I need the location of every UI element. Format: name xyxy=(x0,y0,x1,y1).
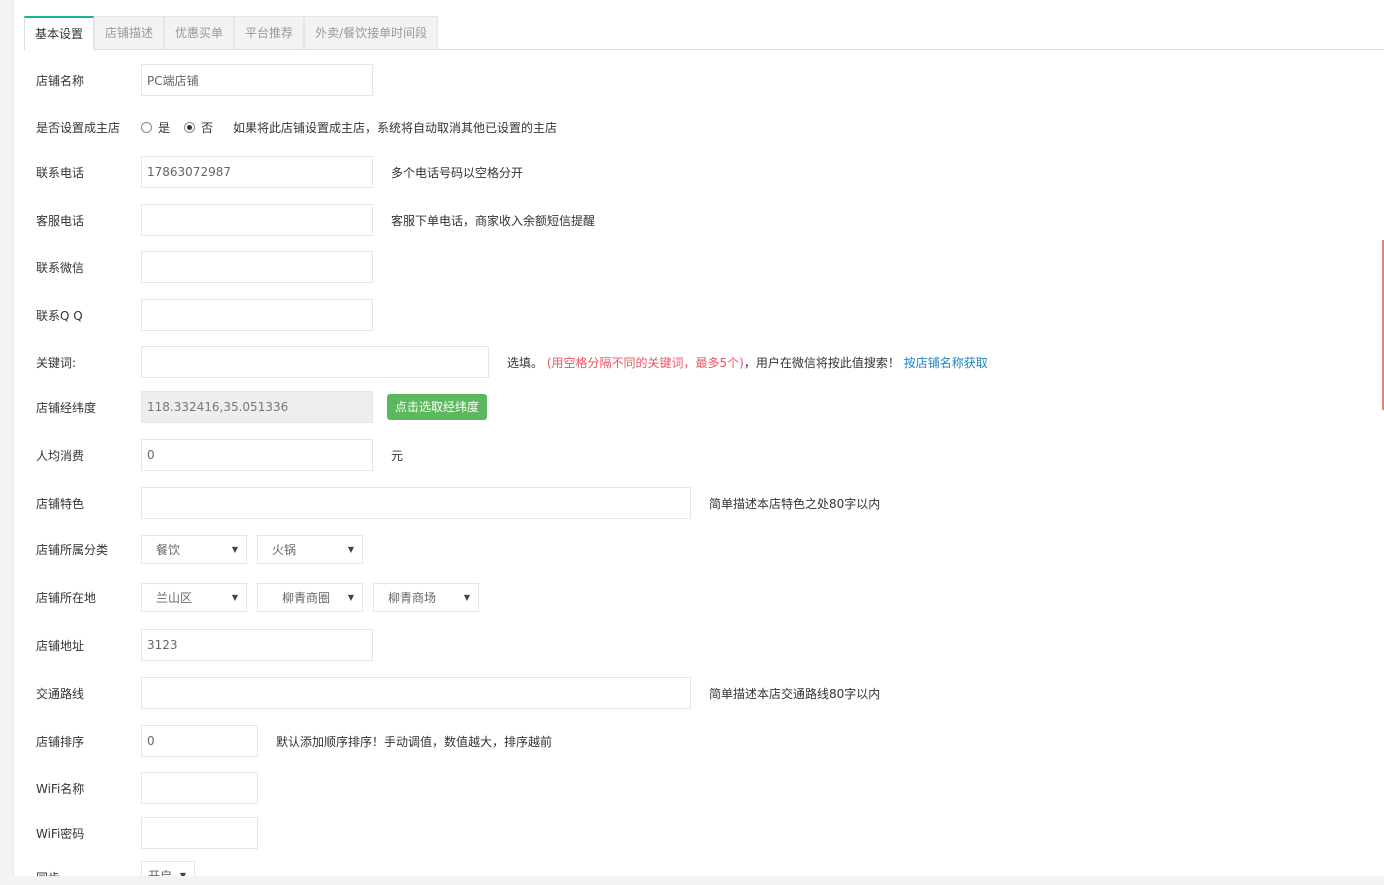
keywords-help: 选填。 (用空格分隔不同的关键词，最多5个)，用户在微信将按此值搜索！ 按店铺名… xyxy=(507,354,988,371)
market-value: 柳青商场 xyxy=(388,590,437,605)
wifi-password-input[interactable] xyxy=(141,817,258,849)
radio-yes-label: 是 xyxy=(158,120,171,135)
row-sort: 店铺排序 默认添加顺序排序！手动调值，数值越大，排序越前 xyxy=(36,725,552,757)
feature-help: 简单描述本店特色之处80字以内 xyxy=(709,496,881,511)
address-label: 店铺地址 xyxy=(36,638,85,653)
phone-input[interactable] xyxy=(141,156,373,188)
sort-label: 店铺排序 xyxy=(36,734,85,749)
main-store-label: 是否设置成主店 xyxy=(36,120,121,135)
main-store-help: 如果将此店铺设置成主店，系统将自动取消其他已设置的主店 xyxy=(233,120,558,135)
category-secondary-select[interactable]: 火锅 ▼ xyxy=(257,534,363,564)
chevron-down-icon: ▼ xyxy=(231,592,238,602)
row-category: 店铺所属分类 餐饮 ▼ 火锅 ▼ xyxy=(36,533,373,565)
partial-label: 同步 xyxy=(36,861,141,876)
wechat-input[interactable] xyxy=(141,251,373,283)
wifi-name-label: WiFi名称 xyxy=(36,781,85,796)
keywords-help-suffix: ，用户在微信将按此值搜索！ xyxy=(743,355,900,370)
service-phone-input[interactable] xyxy=(141,204,373,236)
sort-input[interactable] xyxy=(141,725,258,757)
traffic-input[interactable] xyxy=(141,677,691,709)
service-phone-label: 客服电话 xyxy=(36,213,85,228)
main-store-no-radio[interactable]: 否 xyxy=(184,119,213,136)
qq-label: 联系Q Q xyxy=(36,308,83,323)
avg-cost-unit: 元 xyxy=(391,448,404,463)
keywords-help-red: (用空格分隔不同的关键词，最多5个) xyxy=(546,355,744,370)
partial-value: 开启 xyxy=(148,869,173,876)
row-shop-name: 店铺名称 xyxy=(36,64,373,96)
radio-icon xyxy=(141,121,152,133)
row-traffic: 交通路线 简单描述本店交通路线80字以内 xyxy=(36,677,880,709)
radio-checked-icon xyxy=(184,121,196,133)
partial-select[interactable]: 开启 ▼ xyxy=(141,861,195,876)
keywords-label: 关键词: xyxy=(36,355,77,370)
row-main-store: 是否设置成主店 是 否 如果将此店铺设置成主店，系统将自动取消其他已设置的主店 xyxy=(36,111,557,143)
traffic-help: 简单描述本店交通路线80字以内 xyxy=(709,686,881,701)
phone-label: 联系电话 xyxy=(36,165,85,180)
row-avg-cost: 人均消费 元 xyxy=(36,439,403,471)
chevron-down-icon: ▼ xyxy=(463,592,470,602)
keywords-input[interactable] xyxy=(141,346,489,378)
tab-shop-description[interactable]: 店铺描述 xyxy=(94,16,165,49)
tab-bar: 基本设置 店铺描述 优惠买单 平台推荐 外卖/餐饮接单时间段 xyxy=(24,16,439,50)
tab-delivery-time[interactable]: 外卖/餐饮接单时间段 xyxy=(304,16,439,49)
row-wifi-password: WiFi密码 xyxy=(36,817,258,849)
service-phone-help: 客服下单电话，商家收入余额短信提醒 xyxy=(391,213,596,228)
row-keywords: 关键词: 选填。 (用空格分隔不同的关键词，最多5个)，用户在微信将按此值搜索！… xyxy=(36,346,988,378)
wifi-name-input[interactable] xyxy=(141,772,258,804)
avg-cost-input[interactable] xyxy=(141,439,373,471)
shop-name-input[interactable] xyxy=(141,64,373,96)
lnglat-input xyxy=(141,391,373,423)
sort-help: 默认添加顺序排序！手动调值，数值越大，排序越前 xyxy=(276,734,553,749)
tab-discount-payment[interactable]: 优惠买单 xyxy=(164,16,235,49)
traffic-label: 交通路线 xyxy=(36,686,85,701)
chevron-down-icon: ▼ xyxy=(347,544,354,554)
shop-name-label: 店铺名称 xyxy=(36,73,85,88)
row-partial: 同步 开启▼ xyxy=(36,861,205,876)
tab-basic-settings[interactable]: 基本设置 xyxy=(24,16,95,50)
row-lnglat: 店铺经纬度 点击选取经纬度 xyxy=(36,391,488,423)
business-circle-value: 柳青商圈 xyxy=(282,590,331,605)
feature-input[interactable] xyxy=(141,487,691,519)
lnglat-label: 店铺经纬度 xyxy=(36,400,97,415)
row-phone: 联系电话 多个电话号码以空格分开 xyxy=(36,156,523,188)
area-value: 兰山区 xyxy=(156,590,193,605)
feature-label: 店铺特色 xyxy=(36,496,85,511)
get-by-shop-name-link[interactable]: 按店铺名称获取 xyxy=(904,356,988,370)
avg-cost-label: 人均消费 xyxy=(36,448,85,463)
address-input[interactable] xyxy=(141,629,373,661)
market-select[interactable]: 柳青商场 ▼ xyxy=(373,582,479,612)
category-primary-value: 餐饮 xyxy=(156,542,181,557)
area-select[interactable]: 兰山区 ▼ xyxy=(141,582,247,612)
category-label: 店铺所属分类 xyxy=(36,542,109,557)
radio-no-label: 否 xyxy=(201,120,214,135)
row-location: 店铺所在地 兰山区 ▼ 柳青商圈 ▼ 柳青商场 ▼ xyxy=(36,581,489,613)
business-circle-select[interactable]: 柳青商圈 ▼ xyxy=(257,582,363,612)
tab-platform-recommend[interactable]: 平台推荐 xyxy=(234,16,305,49)
qq-input[interactable] xyxy=(141,299,373,331)
row-wechat: 联系微信 xyxy=(36,251,373,283)
wifi-password-label: WiFi密码 xyxy=(36,826,85,841)
keywords-help-prefix: 选填。 xyxy=(507,355,544,370)
location-label: 店铺所在地 xyxy=(36,590,97,605)
category-primary-select[interactable]: 餐饮 ▼ xyxy=(141,534,247,564)
main-store-yes-radio[interactable]: 是 xyxy=(141,119,170,136)
chevron-down-icon: ▼ xyxy=(347,592,354,602)
phone-help: 多个电话号码以空格分开 xyxy=(391,165,524,180)
row-wifi-name: WiFi名称 xyxy=(36,772,258,804)
row-address: 店铺地址 xyxy=(36,629,373,661)
pick-lnglat-button[interactable]: 点击选取经纬度 xyxy=(387,394,488,420)
chevron-down-icon: ▼ xyxy=(231,544,238,554)
wechat-label: 联系微信 xyxy=(36,260,85,275)
row-service-phone: 客服电话 客服下单电话，商家收入余额短信提醒 xyxy=(36,204,595,236)
row-feature: 店铺特色 简单描述本店特色之处80字以内 xyxy=(36,487,880,519)
category-secondary-value: 火锅 xyxy=(272,542,297,557)
row-qq: 联系Q Q xyxy=(36,299,373,331)
content-frame: 基本设置 店铺描述 优惠买单 平台推荐 外卖/餐饮接单时间段 店铺名称 是否设置… xyxy=(13,0,1384,876)
bottom-bar xyxy=(0,876,1384,885)
